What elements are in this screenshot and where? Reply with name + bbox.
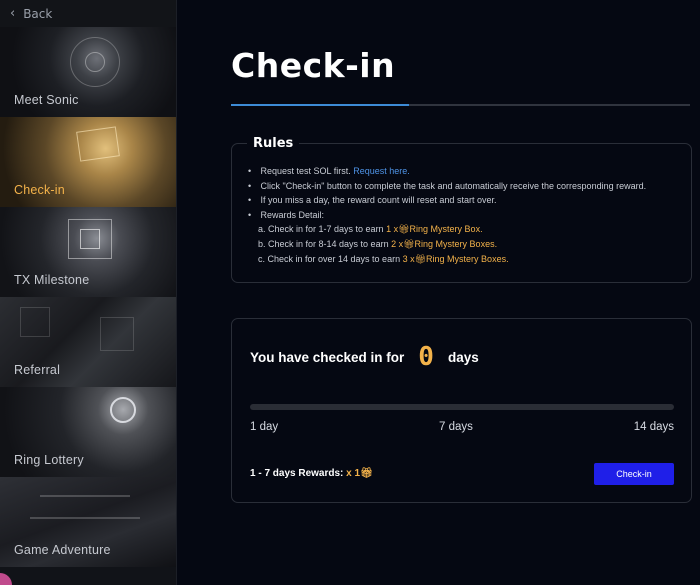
reward-tier-b: b. Check in for 8-14 days to earn 2 x🎁︎R… [248,237,646,252]
rules-title: Rules [247,136,300,151]
milestone-7-days: 7 days [438,421,473,433]
back-button[interactable]: ‹ Back [0,0,176,27]
floating-widget-icon[interactable] [0,573,12,585]
back-label: Back [23,6,53,21]
main-content: Check-in Rules • Request test SOL first.… [177,0,700,585]
sidebar-item-meet-sonic[interactable]: Meet Sonic [0,27,176,117]
sidebar: ‹ Back Meet Sonic Check-in TX Milestone [0,0,177,585]
bullet-icon: • [248,209,252,220]
chevron-left-icon: ‹ [10,6,16,21]
milestone-14-days: 14 days [633,421,674,433]
rule-text: Request test SOL first. [260,166,351,176]
app-root: ‹ Back Meet Sonic Check-in TX Milestone [0,0,700,585]
tier-text: a. Check in for 1-7 days to earn [258,224,384,235]
sidebar-item-label: TX Milestone [14,273,90,287]
sidebar-item-ring-lottery[interactable]: Ring Lottery [0,387,176,477]
gift-box-icon: 🎁︎ [398,224,410,235]
current-reward: 1 - 7 days Rewards: x 1🎁︎ [250,468,373,479]
reward-label: 1 - 7 days Rewards: [250,468,344,479]
checked-in-suffix: days [447,349,479,365]
rule-item: • Request test SOL first. Request here. [248,164,646,179]
reward-value: x 1 [346,468,361,479]
rules-panel: Rules • Request test SOL first. Request … [231,136,692,283]
reward-tier-c: c. Check in for over 14 days to earn 3 x… [248,252,646,267]
bullet-icon: • [248,180,252,191]
checkin-progress-bar [250,404,674,410]
sidebar-item-tx-milestone[interactable]: TX Milestone [0,207,176,297]
tier-item: Ring Mystery Boxes. [414,238,498,249]
rules-list: • Request test SOL first. Request here. … [248,164,646,266]
tier-reward: 3 x [402,253,415,264]
gift-box-icon: 🎁︎ [360,468,373,479]
sidebar-item-label: Meet Sonic [14,93,79,107]
checkin-panel: You have checked in for 0 days 1 day 7 d… [231,318,692,503]
rule-item: • Click "Check-in" button to complete th… [248,179,646,194]
rule-text: If you miss a day, the reward count will… [260,195,497,206]
rule-item: • Rewards Detail: [248,208,646,223]
gift-box-icon: 🎁︎ [403,238,415,249]
tab-indicator-active [231,104,409,106]
tab-indicator [231,104,690,106]
bullet-icon: • [248,166,252,176]
sidebar-item-check-in[interactable]: Check-in [0,117,176,207]
gift-box-icon: 🎁︎ [414,253,427,264]
request-link[interactable]: Request here. [353,166,410,176]
sidebar-item-label: Ring Lottery [14,453,84,467]
tier-reward: 2 x [391,238,404,249]
rule-text: Click "Check-in" button to complete the … [260,180,647,191]
reward-tier-a: a. Check in for 1-7 days to earn 1 x🎁︎Ri… [248,222,646,237]
sidebar-item-label: Game Adventure [14,543,111,557]
tier-text: c. Check in for over 14 days to earn [258,253,401,264]
check-in-button[interactable]: Check-in [594,463,674,485]
sidebar-item-game-adventure[interactable]: Game Adventure [0,477,176,567]
ring-graphic [110,397,136,423]
page-title: Check-in [231,46,396,85]
tier-item: Ring Mystery Boxes. [426,253,509,264]
sidebar-item-label: Referral [14,363,61,377]
bullet-icon: • [248,195,252,206]
tier-text: b. Check in for 8-14 days to earn [258,238,389,249]
milestone-labels: 1 day 7 days 14 days [250,421,674,433]
tier-item: Ring Mystery Box. [409,224,483,235]
rule-item: • If you miss a day, the reward count wi… [248,193,646,208]
checked-in-summary: You have checked in for 0 days [250,342,479,372]
milestone-1-day: 1 day [250,421,279,433]
tier-reward: 1 x [386,224,399,235]
sidebar-item-referral[interactable]: Referral [0,297,176,387]
days-count: 0 [418,342,434,372]
checked-in-prefix: You have checked in for [250,349,405,365]
rule-text: Rewards Detail: [260,209,325,220]
sidebar-item-label: Check-in [14,183,65,197]
